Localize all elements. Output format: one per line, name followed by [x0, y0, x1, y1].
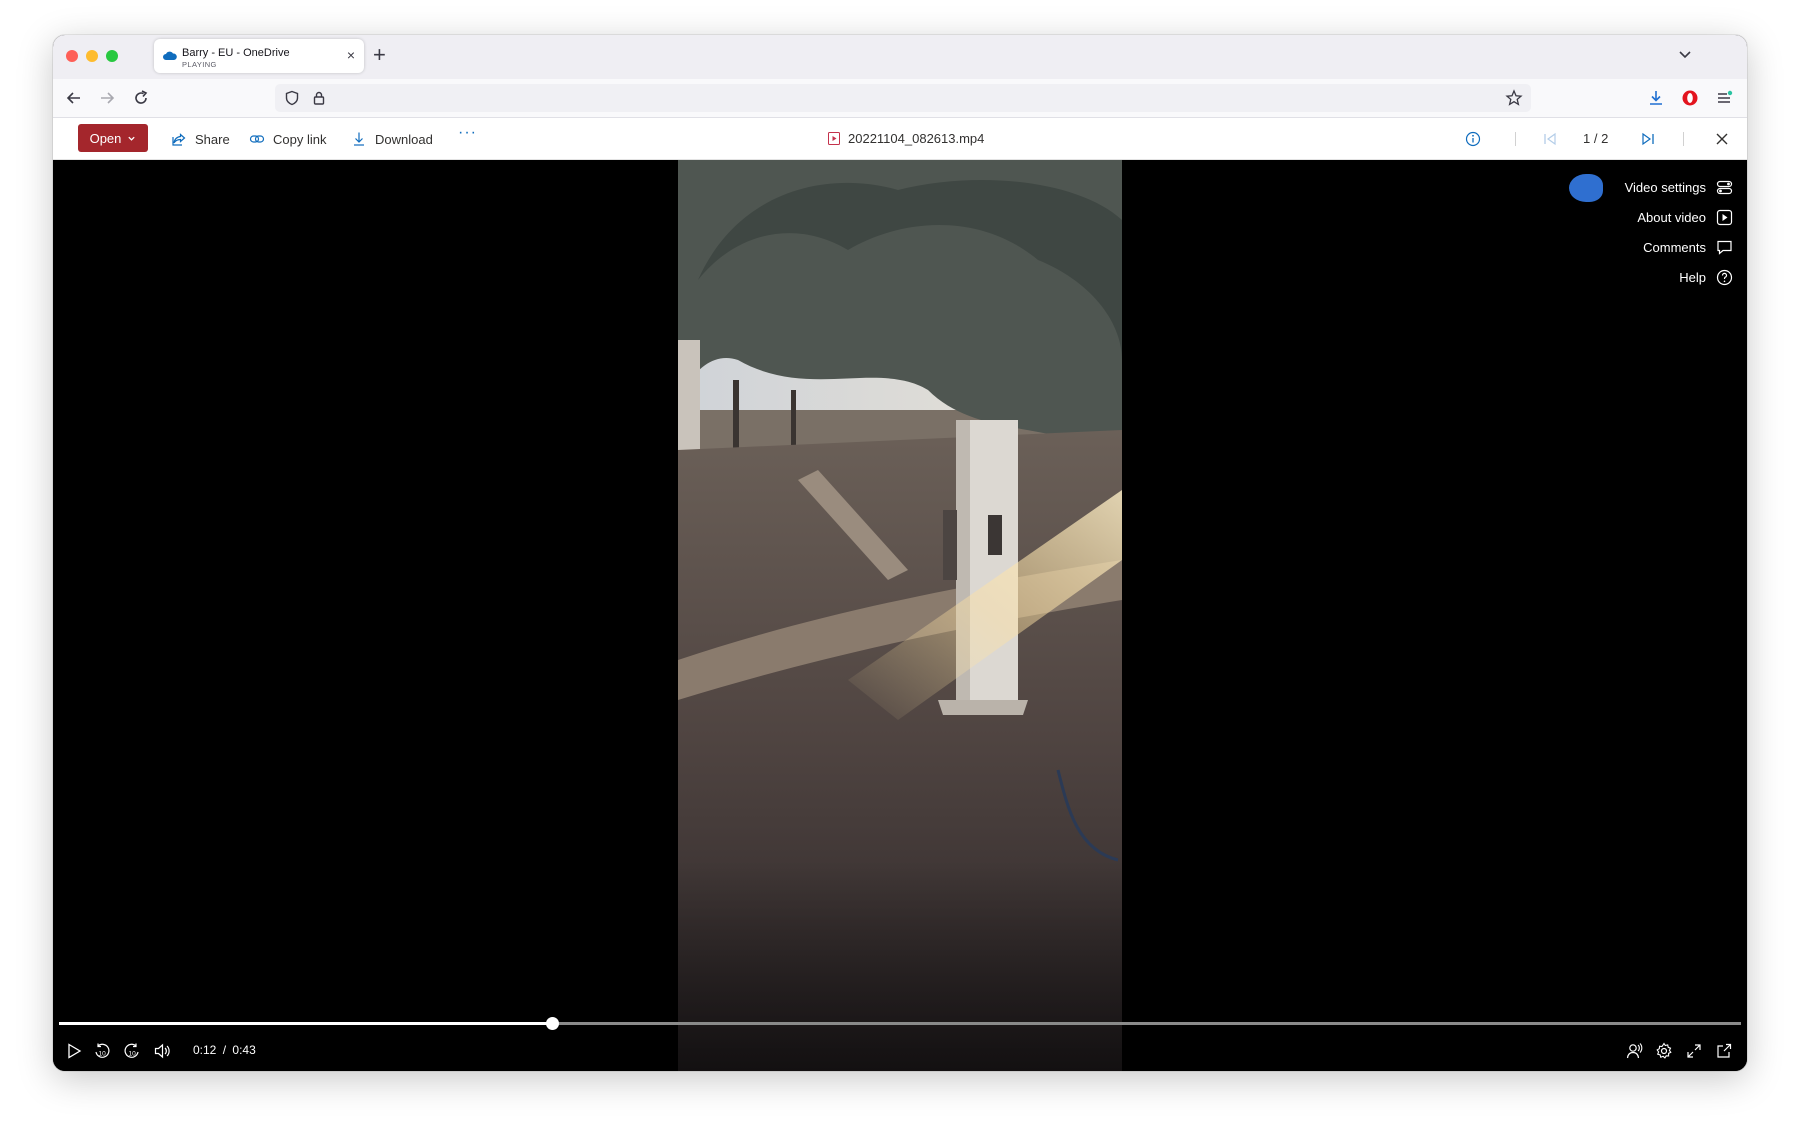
info-icon[interactable] [1465, 131, 1481, 147]
svg-text:10: 10 [99, 1051, 107, 1058]
file-name: 20221104_082613.mp4 [848, 131, 985, 146]
share-label: Share [195, 131, 230, 147]
downloads-icon[interactable] [1647, 89, 1665, 107]
about-video-icon [1716, 209, 1733, 225]
share-icon [172, 133, 186, 146]
share-button[interactable]: Share [171, 129, 230, 149]
seek-bar[interactable] [59, 1017, 1741, 1030]
gear-icon[interactable] [1655, 1042, 1673, 1060]
close-window-button[interactable] [66, 50, 78, 62]
last-item-icon[interactable] [1641, 132, 1655, 146]
back-arrow-icon[interactable] [65, 89, 83, 107]
open-button-label: Open [89, 130, 122, 146]
copy-link-button[interactable]: Copy link [249, 129, 326, 149]
bookmark-star-icon[interactable] [1505, 89, 1523, 107]
file-title: 20221104_082613.mp4 [828, 131, 984, 146]
fullscreen-icon[interactable] [1685, 1042, 1703, 1060]
help-menu-item[interactable]: Help [1625, 262, 1733, 292]
video-settings-menu-item[interactable]: Video settings [1569, 172, 1733, 202]
open-button[interactable]: Open [78, 124, 148, 152]
video-settings-label: Video settings [1624, 179, 1706, 195]
copy-link-label: Copy link [273, 131, 327, 147]
lock-icon[interactable] [311, 90, 327, 106]
duration: 0:43 [232, 1043, 256, 1057]
browser-window: Barry - EU - OneDrive PLAYING × + Open S… [53, 35, 1747, 1071]
divider [1683, 132, 1684, 146]
svg-text:10: 10 [129, 1051, 137, 1058]
comments-label: Comments [1643, 239, 1706, 255]
volume-icon[interactable] [153, 1042, 171, 1060]
comment-icon [1717, 240, 1732, 255]
zoom-window-button[interactable] [106, 50, 118, 62]
new-tab-button[interactable]: + [373, 44, 386, 66]
onedrive-cloud-icon [163, 51, 177, 60]
item-counter: 1 / 2 [1583, 131, 1609, 146]
opera-extension-icon[interactable] [1681, 89, 1699, 107]
more-options-button[interactable]: ··· [458, 124, 477, 142]
tab-close-icon[interactable]: × [347, 48, 355, 62]
command-bar: Open Share Copy link Download ··· 202211… [53, 118, 1747, 160]
side-menu: Video settings About video Comments Help [1569, 172, 1733, 292]
comments-menu-item[interactable]: Comments [1625, 232, 1733, 262]
time-separator: / [222, 1043, 227, 1057]
chevron-down-icon[interactable] [1677, 48, 1693, 62]
rewind-10-icon[interactable]: 10 [93, 1042, 111, 1060]
browser-tab[interactable]: Barry - EU - OneDrive PLAYING × [154, 39, 364, 73]
download-icon [354, 132, 364, 146]
playback-time: 0:12 / 0:43 [193, 1043, 256, 1057]
pop-out-icon[interactable] [1715, 1042, 1733, 1060]
minimize-window-button[interactable] [86, 50, 98, 62]
download-button[interactable]: Download [351, 129, 433, 149]
forward-10-icon[interactable]: 10 [123, 1042, 141, 1060]
divider [1515, 132, 1516, 146]
video-frame-image [678, 160, 1122, 1071]
chevron-down-icon [128, 136, 136, 141]
blue-dot [1569, 174, 1603, 202]
about-video-label: About video [1637, 209, 1706, 225]
tab-playing-label: PLAYING [182, 60, 217, 69]
tab-strip: Barry - EU - OneDrive PLAYING × + [53, 35, 1747, 79]
tab-title: Barry - EU - OneDrive [182, 47, 290, 59]
app-menu-icon[interactable] [1715, 89, 1733, 107]
shield-icon[interactable] [284, 90, 300, 106]
play-icon[interactable] [65, 1042, 83, 1060]
help-icon [1716, 269, 1733, 285]
video-frame[interactable] [678, 160, 1122, 1071]
download-label: Download [375, 131, 433, 147]
about-video-menu-item[interactable]: About video [1625, 202, 1733, 232]
speaker-voice-icon[interactable] [1625, 1042, 1643, 1060]
link-icon [249, 135, 265, 143]
video-settings-icon [1716, 180, 1733, 194]
current-time: 0:12 [193, 1043, 217, 1057]
reload-icon[interactable] [132, 89, 150, 107]
seek-bar-progress [59, 1022, 552, 1025]
close-icon[interactable] [1715, 132, 1729, 146]
seek-bar-thumb[interactable] [545, 1017, 559, 1030]
first-item-icon[interactable] [1543, 132, 1557, 146]
video-player[interactable]: Video settings About video Comments Help… [53, 160, 1747, 1071]
url-bar[interactable] [275, 84, 1531, 112]
navigation-bar [53, 79, 1747, 118]
player-controls: 10 10 0:12 / 0:43 [53, 1036, 1747, 1066]
video-file-icon [828, 132, 840, 145]
forward-arrow-icon[interactable] [98, 89, 116, 107]
help-label: Help [1679, 269, 1706, 285]
